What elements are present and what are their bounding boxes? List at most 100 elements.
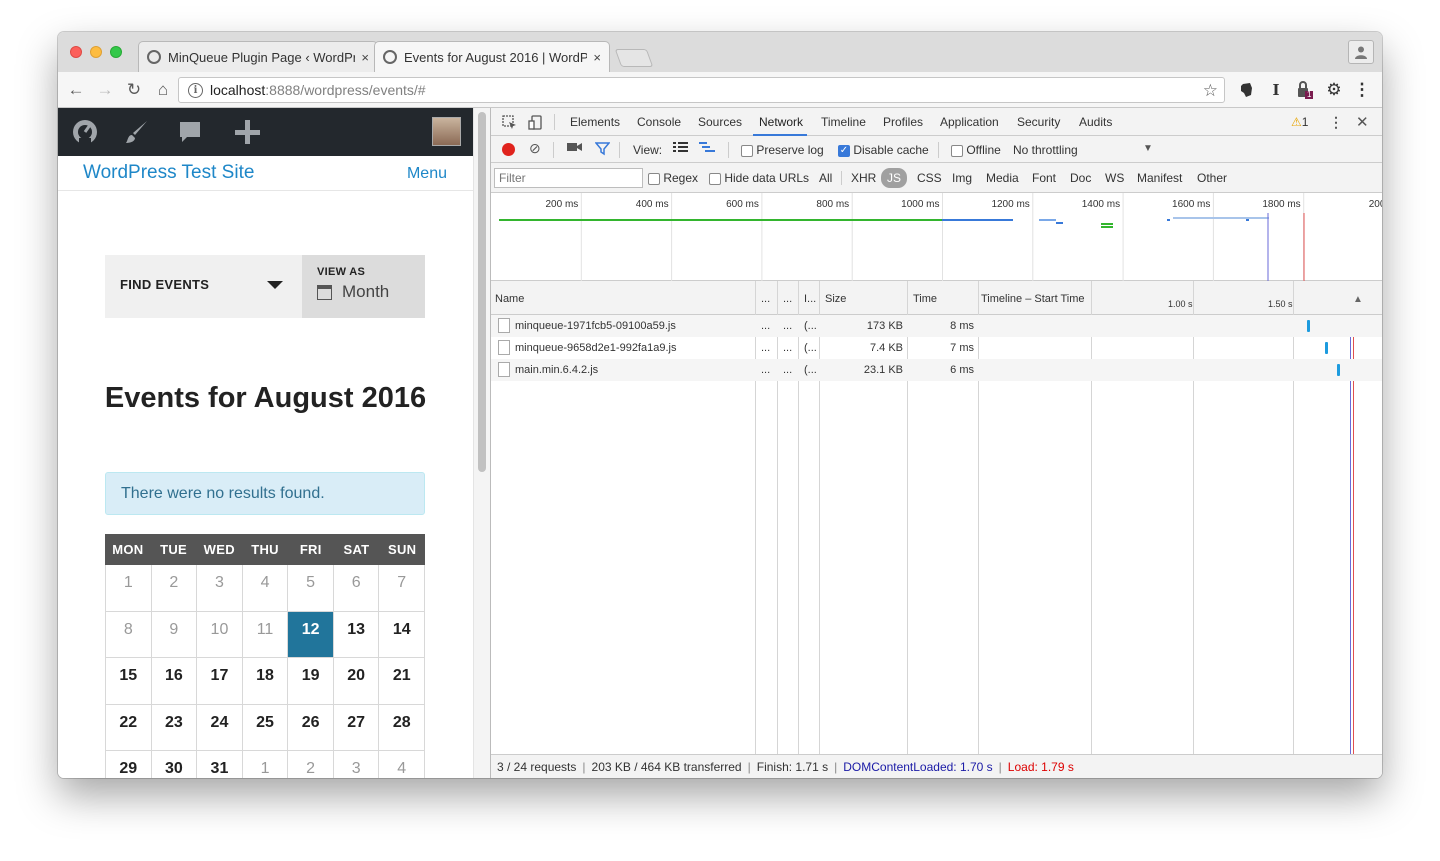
calendar-day[interactable]: 17 bbox=[197, 658, 243, 705]
column-type[interactable]: ... bbox=[783, 293, 792, 305]
filter-input[interactable] bbox=[494, 168, 643, 188]
calendar-day[interactable]: 22 bbox=[105, 704, 152, 751]
calendar-day[interactable]: 25 bbox=[242, 704, 289, 751]
calendar-day[interactable]: 23 bbox=[151, 704, 198, 751]
calendar-day[interactable]: 1 bbox=[243, 751, 289, 778]
column-size[interactable]: Size bbox=[825, 293, 846, 305]
scrollbar-thumb[interactable] bbox=[478, 112, 486, 472]
hide-data-urls-checkbox[interactable]: Hide data URLs bbox=[709, 171, 809, 185]
calendar-day[interactable]: 30 bbox=[152, 751, 198, 778]
lock-extension-icon[interactable]: 1 bbox=[1296, 81, 1314, 99]
calendar-day[interactable]: 5 bbox=[288, 565, 334, 612]
calendar-day[interactable]: 7 bbox=[379, 565, 426, 612]
calendar-day[interactable]: 2 bbox=[151, 565, 198, 612]
back-arrow-icon[interactable]: ← bbox=[66, 80, 86, 100]
calendar-day[interactable]: 18 bbox=[242, 658, 289, 705]
network-request-row[interactable]: minqueue-1971fcb5-09100a59.js...... (... 1… bbox=[491, 315, 1382, 337]
type-filter-xhr[interactable]: XHR bbox=[851, 171, 876, 185]
customize-brush-icon[interactable] bbox=[122, 117, 152, 147]
large-rows-icon[interactable] bbox=[673, 141, 688, 154]
browser-tab-events[interactable]: Events for August 2016 | WordPress × bbox=[374, 41, 610, 72]
calendar-day[interactable]: 14 bbox=[379, 611, 426, 658]
calendar-day[interactable]: 16 bbox=[151, 658, 198, 705]
calendar-day[interactable]: 24 bbox=[197, 704, 243, 751]
reload-icon[interactable]: ↻ bbox=[124, 80, 144, 100]
evernote-extension-icon[interactable] bbox=[1238, 81, 1256, 99]
forward-arrow-icon[interactable]: → bbox=[95, 80, 115, 100]
home-icon[interactable]: ⌂ bbox=[153, 80, 173, 100]
preserve-log-checkbox[interactable]: Preserve log bbox=[741, 143, 824, 157]
view-as-value[interactable]: Month bbox=[317, 282, 389, 302]
throttling-select[interactable]: No throttling ▼ bbox=[1013, 143, 1163, 157]
caret-down-icon[interactable] bbox=[267, 281, 283, 289]
bookmark-star-icon[interactable]: ☆ bbox=[1203, 81, 1218, 101]
calendar-day[interactable]: 2 bbox=[288, 751, 334, 778]
checkbox[interactable] bbox=[709, 172, 721, 185]
calendar-day[interactable]: 1 bbox=[105, 565, 152, 612]
close-window-button[interactable] bbox=[70, 46, 82, 58]
find-events-toggle[interactable]: FIND EVENTS bbox=[120, 277, 209, 292]
filter-funnel-icon[interactable] bbox=[595, 141, 610, 156]
regex-checkbox[interactable]: Regex bbox=[648, 171, 698, 185]
minimize-window-button[interactable] bbox=[90, 46, 102, 58]
calendar-day[interactable]: 13 bbox=[333, 611, 380, 658]
close-devtools-icon[interactable]: ✕ bbox=[1356, 113, 1369, 131]
clear-icon[interactable]: ⊘ bbox=[529, 140, 541, 157]
type-filter-ws[interactable]: WS bbox=[1105, 171, 1124, 185]
calendar-day[interactable]: 15 bbox=[105, 658, 152, 705]
checkbox[interactable] bbox=[741, 144, 753, 157]
type-filter-css[interactable]: CSS bbox=[917, 171, 942, 185]
warning-counter[interactable]: ⚠1 bbox=[1291, 115, 1308, 129]
column-timeline[interactable]: Timeline – Start Time bbox=[981, 293, 1085, 305]
type-filter-all[interactable]: All bbox=[819, 171, 832, 185]
address-bar[interactable]: i localhost:8888/wordpress/events/# ☆ bbox=[178, 77, 1225, 103]
devtools-tab-network[interactable]: Network bbox=[759, 115, 803, 129]
capture-screenshots-icon[interactable] bbox=[567, 141, 582, 153]
column-time[interactable]: Time bbox=[913, 293, 937, 305]
calendar-day[interactable]: 6 bbox=[333, 565, 380, 612]
network-request-row[interactable]: minqueue-9658d2e1-992fa1a9.js...... (... 7… bbox=[491, 337, 1382, 359]
tab-close-icon[interactable]: × bbox=[361, 50, 369, 65]
type-filter-img[interactable]: Img bbox=[952, 171, 972, 185]
comments-bubble-icon[interactable] bbox=[175, 117, 205, 147]
new-content-plus-icon[interactable] bbox=[232, 117, 262, 147]
browser-tab-minqueue[interactable]: MinQueue Plugin Page ‹ WordPress × bbox=[138, 41, 378, 72]
calendar-day[interactable]: 21 bbox=[379, 658, 426, 705]
column-initiator[interactable]: I... bbox=[804, 293, 816, 305]
devtools-tab-audits[interactable]: Audits bbox=[1079, 115, 1112, 129]
devtools-tab-console[interactable]: Console bbox=[637, 115, 681, 129]
type-filter-media[interactable]: Media bbox=[986, 171, 1019, 185]
calendar-day[interactable]: 10 bbox=[197, 611, 243, 658]
settings-gear-icon[interactable]: ⚙ bbox=[1325, 80, 1343, 99]
type-filter-js[interactable]: JS bbox=[881, 168, 908, 188]
inspect-element-icon[interactable] bbox=[501, 114, 517, 130]
device-toolbar-icon[interactable] bbox=[527, 114, 543, 130]
disable-cache-checkbox[interactable]: ✓ Disable cache bbox=[838, 143, 929, 157]
calendar-day[interactable]: 11 bbox=[242, 611, 289, 658]
devtools-tab-sources[interactable]: Sources bbox=[698, 115, 742, 129]
maximize-window-button[interactable] bbox=[110, 46, 122, 58]
type-filter-manifest[interactable]: Manifest bbox=[1137, 171, 1182, 185]
site-info-icon[interactable]: i bbox=[188, 82, 203, 98]
checkbox[interactable]: ✓ bbox=[838, 144, 850, 157]
network-request-row[interactable]: main.min.6.4.2.js...... (... 23.1 KB 6 ms bbox=[491, 359, 1382, 381]
calendar-day[interactable]: 26 bbox=[288, 704, 334, 751]
calendar-day[interactable]: 4 bbox=[242, 565, 289, 612]
record-button[interactable] bbox=[502, 143, 515, 156]
checkbox[interactable] bbox=[648, 172, 660, 185]
waterfall-overview-icon[interactable] bbox=[699, 141, 716, 154]
devtools-tab-security[interactable]: Security bbox=[1017, 115, 1060, 129]
devtools-tab-application[interactable]: Application bbox=[940, 115, 999, 129]
calendar-day[interactable]: 19 bbox=[288, 658, 334, 705]
calendar-day[interactable]: 28 bbox=[379, 704, 426, 751]
calendar-day-today[interactable]: 12 bbox=[288, 611, 334, 658]
calendar-day[interactable]: 9 bbox=[151, 611, 198, 658]
column-name[interactable]: Name bbox=[495, 293, 524, 305]
type-filter-doc[interactable]: Doc bbox=[1070, 171, 1091, 185]
devtools-tab-timeline[interactable]: Timeline bbox=[821, 115, 866, 129]
profile-button[interactable] bbox=[1348, 40, 1374, 64]
calendar-day[interactable]: 31 bbox=[197, 751, 243, 778]
menu-link[interactable]: Menu bbox=[407, 165, 447, 183]
calendar-day[interactable]: 4 bbox=[379, 751, 426, 778]
devtools-tab-elements[interactable]: Elements bbox=[570, 115, 620, 129]
